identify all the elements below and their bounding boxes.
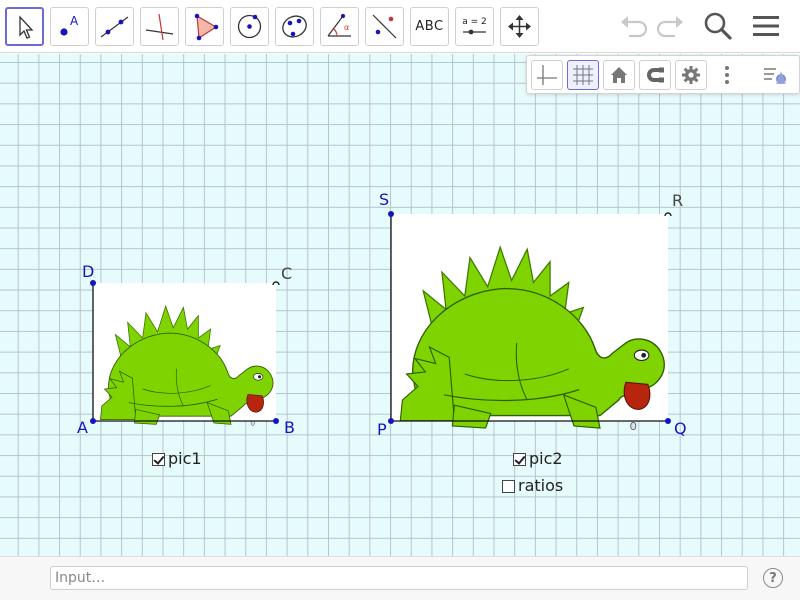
- polygon-tool-button[interactable]: [185, 7, 224, 46]
- pic2-checkbox-box[interactable]: [513, 452, 526, 466]
- graphics-canvas: [90, 211, 672, 431]
- move-tool-button[interactable]: [5, 7, 44, 46]
- slider-tool-icon: a = 2: [462, 17, 487, 35]
- point-b[interactable]: [273, 418, 279, 424]
- home-view-button[interactable]: [603, 60, 635, 90]
- undo-icon: [621, 16, 648, 38]
- graphics-settings-icon: [682, 66, 700, 84]
- undo-button[interactable]: [616, 8, 652, 44]
- pic1-checkbox[interactable]: pic1: [152, 451, 202, 467]
- input-bar: ?: [0, 556, 800, 600]
- point-a[interactable]: [90, 418, 96, 424]
- label-s: S: [379, 190, 390, 209]
- perpendicular-line-tool-icon: [145, 13, 174, 41]
- more-options-button[interactable]: [711, 60, 743, 90]
- conic-tool-button[interactable]: [275, 7, 314, 46]
- move-graphics-view-tool-button[interactable]: [500, 7, 539, 46]
- more-options-icon: [725, 66, 729, 84]
- pic2-checkbox[interactable]: pic2: [513, 451, 563, 467]
- grid-toggle-icon: [573, 65, 593, 85]
- pic2-checkbox-label: pic2: [529, 449, 563, 468]
- circle-tool-icon: [237, 14, 262, 39]
- help-button[interactable]: ?: [763, 568, 783, 588]
- menu-icon: [753, 16, 779, 36]
- label-c: C: [281, 264, 293, 283]
- toolbar: A α ABC a = 2: [0, 0, 800, 53]
- label-d: D: [82, 262, 95, 281]
- geogebra-app: A α ABC a = 2 A B C D P Q R S pic1 pic2 …: [0, 0, 800, 600]
- polygon-tool-icon: [194, 13, 219, 41]
- search-button[interactable]: [700, 8, 736, 44]
- point-capturing-icon: [647, 67, 664, 83]
- pic1-checkbox-box[interactable]: [152, 452, 165, 466]
- text-tool-icon: ABC: [415, 19, 444, 34]
- point-p[interactable]: [388, 418, 394, 424]
- label-b: B: [284, 418, 295, 437]
- search-icon: [704, 12, 732, 40]
- pic1-checkbox-label: pic1: [168, 449, 202, 468]
- main-menu-button[interactable]: [748, 8, 784, 44]
- point-capturing-button[interactable]: [639, 60, 671, 90]
- angle-tool-button[interactable]: α: [320, 7, 359, 46]
- reflect-tool-button[interactable]: [365, 7, 404, 46]
- redo-button[interactable]: [652, 8, 688, 44]
- conic-tool-icon: [282, 15, 307, 38]
- ratios-checkbox[interactable]: ratios: [502, 478, 563, 494]
- slider-tool-label: a = 2: [462, 17, 487, 27]
- ratios-checkbox-label: ratios: [518, 476, 564, 495]
- pic2-image[interactable]: [391, 214, 668, 431]
- point-tool-icon: A: [60, 14, 79, 36]
- move-graphics-view-tool-icon: [508, 15, 531, 38]
- point-q[interactable]: [665, 418, 671, 424]
- ratios-checkbox-box[interactable]: [502, 479, 515, 493]
- axes-toggle-icon: [537, 65, 557, 85]
- axes-toggle-button[interactable]: [531, 60, 563, 90]
- circle-tool-button[interactable]: [230, 7, 269, 46]
- home-view-icon: [611, 67, 627, 83]
- move-tool-icon: [19, 15, 34, 39]
- label-p: P: [377, 420, 387, 439]
- line-tool-icon: [100, 16, 129, 38]
- label-q: Q: [674, 419, 687, 438]
- label-r: R: [672, 191, 684, 210]
- point-s[interactable]: [388, 211, 394, 217]
- redo-icon: [656, 16, 683, 38]
- help-icon: ?: [769, 570, 777, 586]
- pic1-image[interactable]: [93, 283, 276, 426]
- algebra-input-field[interactable]: [50, 566, 748, 590]
- angle-tool-icon: α: [327, 13, 351, 37]
- reflect-tool-icon: [372, 14, 397, 39]
- point-tool-label: A: [70, 14, 79, 28]
- style-bar-toggle-button[interactable]: [759, 60, 791, 90]
- grid-toggle-button[interactable]: [567, 60, 599, 90]
- graphics-settings-button[interactable]: [675, 60, 707, 90]
- svg-text:α: α: [344, 23, 349, 32]
- perpendicular-line-tool-button[interactable]: [140, 7, 179, 46]
- point-tool-button[interactable]: A: [50, 7, 89, 46]
- graphics-style-bar: [526, 55, 800, 94]
- label-a: A: [77, 418, 88, 437]
- slider-tool-button[interactable]: a = 2: [455, 7, 494, 46]
- text-tool-button[interactable]: ABC: [410, 7, 449, 46]
- style-bar-toggle-icon: [764, 68, 786, 84]
- graphics-view[interactable]: A B C D P Q R S pic1 pic2 ratios: [0, 54, 800, 556]
- line-tool-button[interactable]: [95, 7, 134, 46]
